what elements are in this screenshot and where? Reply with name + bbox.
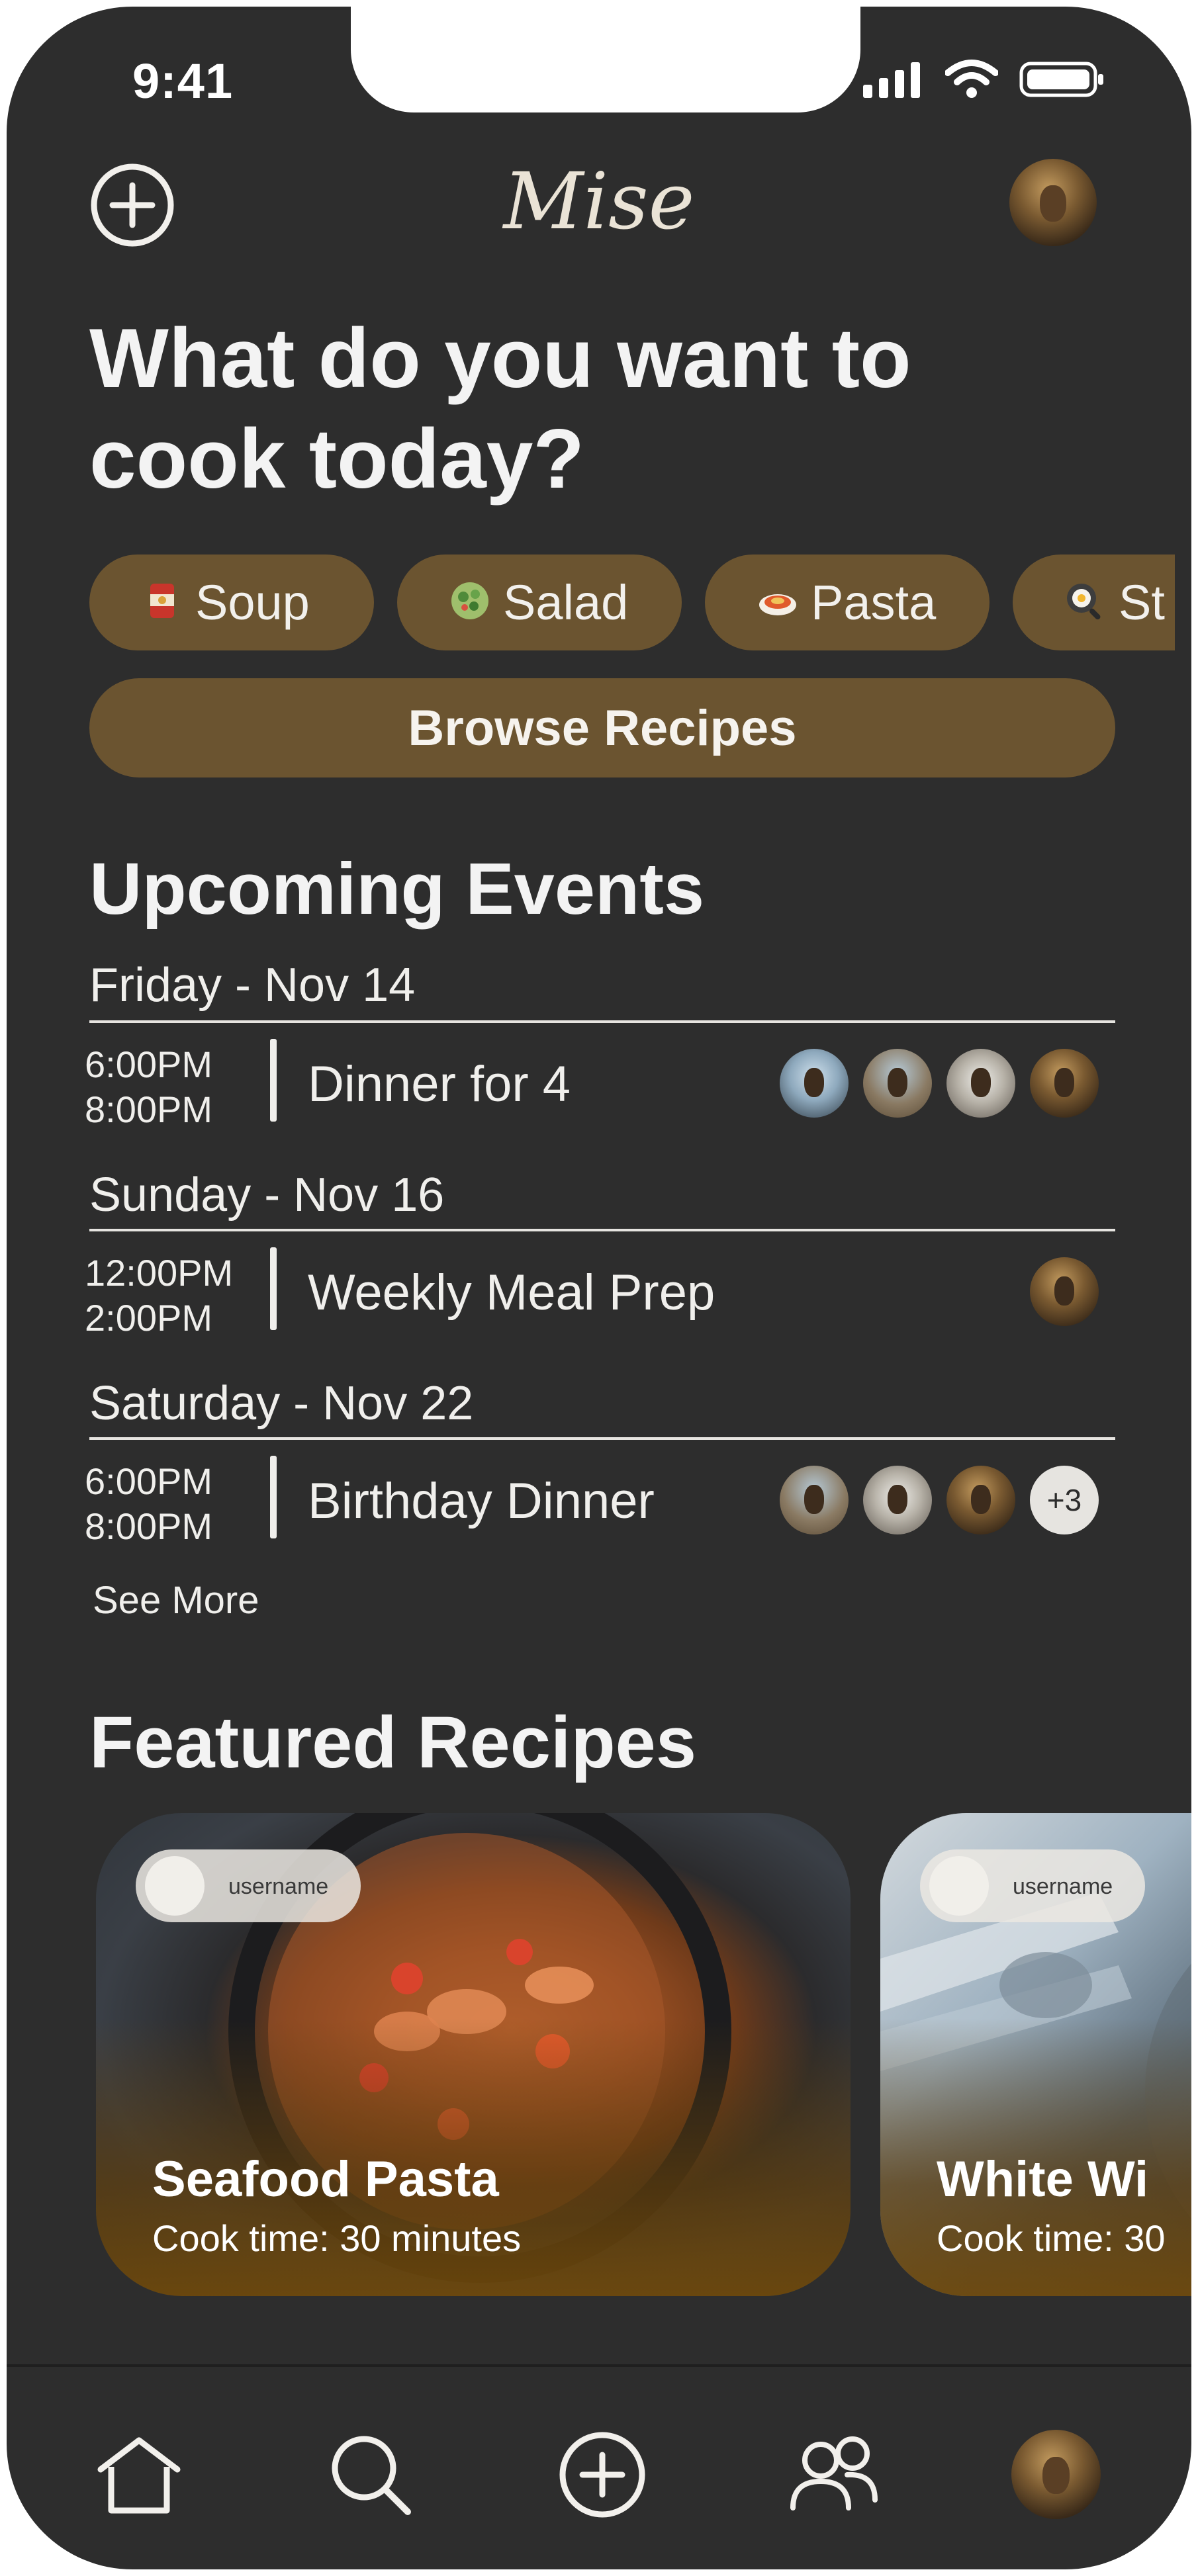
more-attendees-badge[interactable]: +3 (1030, 1466, 1099, 1534)
event-time-bar (270, 1247, 277, 1330)
attendee-avatar (863, 1466, 932, 1534)
attendee-avatar (863, 1049, 932, 1118)
event-time-bar (270, 1039, 277, 1122)
device-notch (351, 7, 860, 112)
recipe-title: Seafood Pasta (152, 2151, 499, 2207)
chip-label: Salad (503, 575, 629, 630)
recipe-card[interactable]: username Seafood Pasta Cook time: 30 min… (96, 1813, 851, 2296)
see-more-link[interactable]: See More (93, 1578, 259, 1622)
status-time: 9:41 (132, 54, 234, 109)
event-time: 6:00PM 8:00PM (85, 1042, 244, 1132)
browse-recipes-button[interactable]: Browse Recipes (89, 678, 1115, 777)
battery-icon (1019, 62, 1103, 97)
event-name: Dinner for 4 (308, 1056, 571, 1112)
salad-bowl-icon (451, 582, 488, 619)
divider (89, 1020, 1115, 1023)
chip-stir-fry[interactable]: St (1013, 555, 1175, 650)
attendee-avatar (946, 1049, 1015, 1118)
chip-pasta[interactable]: Pasta (705, 555, 990, 650)
event-name: Weekly Meal Prep (308, 1265, 715, 1321)
event-name: Birthday Dinner (308, 1473, 655, 1529)
recipe-title: White Wi (937, 2151, 1149, 2207)
divider (89, 1437, 1115, 1440)
chip-salad[interactable]: Salad (397, 555, 682, 650)
profile-avatar[interactable] (1009, 159, 1097, 246)
tab-bar-divider (7, 2364, 1191, 2367)
event-start-time: 6:00PM (85, 1044, 212, 1085)
event-time: 12:00PM 2:00PM (85, 1251, 244, 1341)
day-label: Friday - Nov 14 (89, 959, 416, 1012)
chip-label: Pasta (811, 575, 937, 630)
attendee-avatar (780, 1049, 849, 1118)
recipe-author-pill[interactable]: username (136, 1849, 361, 1922)
event-end-time: 8:00PM (85, 1505, 212, 1547)
profile-tab-avatar[interactable] (1011, 2430, 1101, 2519)
chip-soup[interactable]: Soup (89, 555, 374, 650)
status-icons (863, 60, 1105, 99)
event-start-time: 12:00PM (85, 1252, 234, 1294)
friends-icon[interactable] (788, 2428, 880, 2521)
attendee-avatars: +3 (780, 1466, 1099, 1534)
category-chips: Soup Salad Pasta St (89, 549, 1175, 655)
recipe-card[interactable]: username White Wi Cook time: 30 (880, 1813, 1191, 2296)
day-label: Saturday - Nov 22 (89, 1377, 474, 1430)
attendee-avatars (780, 1049, 1099, 1118)
search-icon[interactable] (324, 2428, 417, 2521)
home-icon[interactable] (93, 2428, 185, 2521)
author-username: username (228, 1874, 329, 1899)
attendee-avatar (946, 1466, 1015, 1534)
attendee-avatars (1030, 1257, 1099, 1326)
event-time-bar (270, 1456, 277, 1538)
author-username: username (1013, 1874, 1113, 1899)
attendee-avatar (1030, 1257, 1099, 1326)
signal-icon (863, 62, 920, 98)
wifi-icon (945, 60, 998, 98)
author-avatar (145, 1856, 205, 1916)
spaghetti-icon (759, 594, 796, 615)
soup-can-icon (150, 584, 174, 618)
chip-label: Soup (195, 575, 310, 630)
recipe-cook-time: Cook time: 30 minutes (152, 2217, 522, 2259)
featured-recipes-carousel[interactable]: username Seafood Pasta Cook time: 30 min… (96, 1813, 1191, 2303)
event-start-time: 6:00PM (85, 1460, 212, 1502)
chip-label: St (1119, 575, 1165, 630)
recipe-author-pill[interactable]: username (920, 1849, 1145, 1922)
event-end-time: 2:00PM (85, 1297, 212, 1339)
featured-recipes-title: Featured Recipes (89, 1702, 697, 1783)
divider (89, 1229, 1115, 1231)
author-avatar (929, 1856, 989, 1916)
day-label: Sunday - Nov 16 (89, 1169, 445, 1221)
phone-screen: 9:41 Mise What do you want to cook today… (7, 7, 1191, 2569)
attendee-avatar (780, 1466, 849, 1534)
event-time: 6:00PM 8:00PM (85, 1459, 244, 1549)
upcoming-events-title: Upcoming Events (89, 848, 705, 930)
attendee-avatar (1030, 1049, 1099, 1118)
frying-pan-icon (1067, 584, 1101, 620)
event-end-time: 8:00PM (85, 1088, 212, 1130)
create-plus-icon[interactable] (556, 2428, 649, 2521)
recipe-cook-time: Cook time: 30 (937, 2217, 1166, 2259)
page-headline: What do you want to cook today? (89, 311, 911, 506)
